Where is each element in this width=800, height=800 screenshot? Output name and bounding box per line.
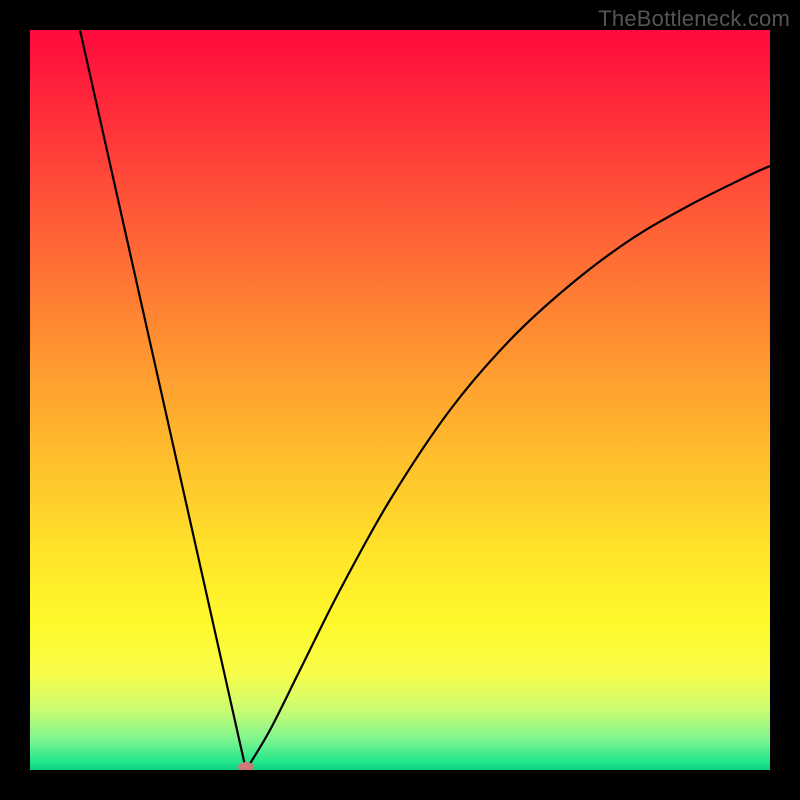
curve-right-branch [246, 166, 770, 770]
curve-left-branch [80, 30, 246, 770]
watermark-text: TheBottleneck.com [598, 6, 790, 32]
plot-area [30, 30, 770, 770]
bottleneck-curve [30, 30, 770, 770]
minimum-marker [238, 762, 254, 770]
